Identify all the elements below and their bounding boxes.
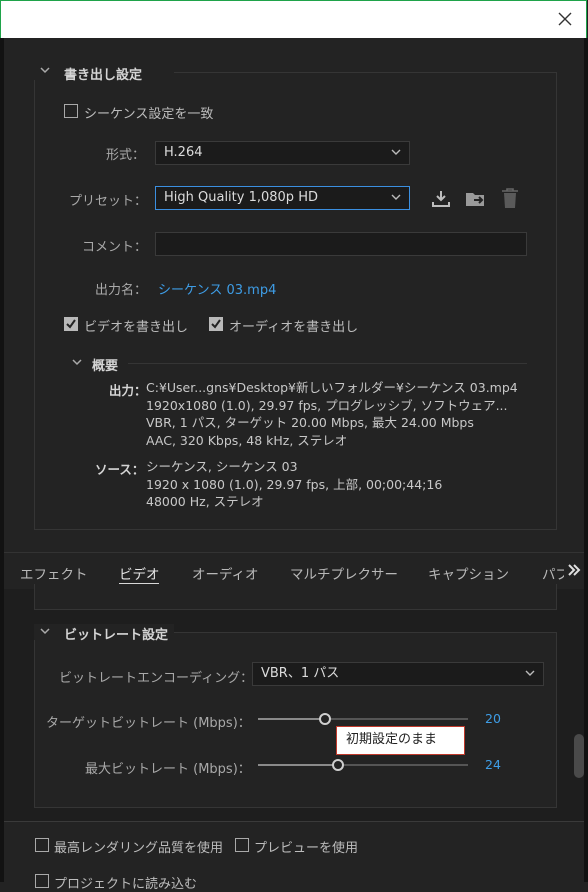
close-button[interactable] bbox=[556, 10, 574, 28]
tooltip-text: 初期設定のまま bbox=[346, 732, 438, 747]
divider bbox=[120, 363, 527, 364]
export-audio-label: オーディオを書き出し bbox=[229, 320, 359, 335]
slider-knob[interactable] bbox=[332, 759, 344, 771]
folder-import-icon bbox=[466, 193, 484, 206]
summary-title: 概要 bbox=[92, 359, 119, 374]
tab-publish-clip[interactable]: パブ bbox=[540, 563, 564, 581]
close-icon bbox=[558, 12, 572, 26]
previous-section-panel bbox=[34, 584, 557, 610]
chevron-down-icon bbox=[72, 359, 82, 366]
export-video-checkbox[interactable] bbox=[64, 317, 78, 331]
use-preview-label: プレビューを使用 bbox=[254, 841, 359, 856]
export-video-label: ビデオを書き出し bbox=[84, 320, 189, 335]
tab-overflow-button[interactable] bbox=[566, 562, 584, 580]
comment-label: コメント： bbox=[82, 240, 148, 255]
max-bitrate-label: 最大ビットレート (Mbps)： bbox=[85, 762, 251, 777]
tab-effects[interactable]: エフェクト bbox=[20, 563, 88, 583]
target-bitrate-value[interactable]: 20 bbox=[485, 711, 501, 726]
import-to-project-checkbox[interactable] bbox=[35, 874, 49, 888]
target-bitrate-label: ターゲットビットレート (Mbps)： bbox=[46, 716, 251, 731]
bitrate-section-title: ビットレート設定 bbox=[64, 628, 169, 643]
import-to-project-label: プロジェクトに読み込む bbox=[54, 877, 198, 892]
max-bitrate-slider[interactable] bbox=[258, 758, 468, 772]
scrollbar-thumb[interactable] bbox=[574, 734, 584, 778]
summary-line: 1920x1080 (1.0), 29.97 fps, プログレッシブ, ソフト… bbox=[146, 397, 508, 413]
bitrate-encoding-label: ビットレートエンコーディング： bbox=[59, 671, 254, 686]
dialog-title-bar bbox=[0, 0, 587, 38]
save-preset-button[interactable] bbox=[430, 188, 452, 210]
comment-input[interactable] bbox=[155, 232, 527, 256]
summary-output-text: C:¥User...gns¥Desktop¥新しいフォルダー¥シーケンス 03.… bbox=[146, 379, 518, 449]
preset-select[interactable]: High Quality 1,080p HD bbox=[155, 186, 410, 210]
format-select[interactable]: H.264 bbox=[155, 141, 410, 165]
slider-fill bbox=[258, 764, 338, 766]
max-render-quality-label: 最高レンダリング品質を使用 bbox=[54, 841, 224, 856]
double-chevron-right-icon bbox=[568, 564, 581, 576]
section-header[interactable]: 書き出し設定 bbox=[34, 64, 174, 83]
chevron-down-icon bbox=[525, 670, 535, 676]
section-title: 書き出し設定 bbox=[64, 68, 143, 83]
bitrate-section-header[interactable]: ビットレート設定 bbox=[34, 624, 174, 643]
import-preset-button[interactable] bbox=[464, 188, 488, 210]
slider-fill bbox=[258, 718, 325, 720]
preset-value: High Quality 1,080p HD bbox=[164, 190, 318, 205]
export-audio-checkbox[interactable] bbox=[209, 317, 223, 331]
bitrate-encoding-value: VBR、1 パス bbox=[261, 666, 340, 681]
trash-icon bbox=[502, 188, 518, 208]
checkmark-icon bbox=[211, 319, 221, 329]
summary-output-label: 出力： bbox=[109, 383, 147, 398]
summary-line: VBR, 1 パス, ターゲット 20.00 Mbps, 最大 24.00 Mb… bbox=[146, 415, 474, 430]
delete-preset-button[interactable] bbox=[500, 187, 520, 210]
summary-line: シーケンス, シーケンス 03 bbox=[146, 459, 298, 474]
summary-line: 1920 x 1080 (1.0), 29.97 fps, 上部, 00;00;… bbox=[146, 476, 443, 492]
summary-source-text: シーケンス, シーケンス 03 1920 x 1080 (1.0), 29.97… bbox=[146, 458, 442, 511]
tooltip: 初期設定のまま bbox=[336, 726, 465, 755]
chevron-down-icon bbox=[391, 194, 401, 200]
target-bitrate-slider[interactable] bbox=[258, 712, 468, 726]
summary-line: 48000 Hz, ステレオ bbox=[146, 494, 264, 509]
bitrate-encoding-select[interactable]: VBR、1 パス bbox=[252, 662, 544, 686]
window-frame-right bbox=[584, 38, 588, 882]
summary-line: C:¥User...gns¥Desktop¥新しいフォルダー¥シーケンス 03.… bbox=[146, 380, 518, 395]
tab-multiplexer[interactable]: マルチプレクサー bbox=[290, 563, 398, 583]
max-bitrate-value[interactable]: 24 bbox=[485, 757, 501, 772]
output-name-link[interactable]: シーケンス 03.mp4 bbox=[158, 279, 276, 298]
use-preview-checkbox[interactable] bbox=[235, 838, 249, 852]
tab-video[interactable]: ビデオ bbox=[119, 563, 160, 583]
tab-captions[interactable]: キャプション bbox=[428, 563, 509, 583]
summary-header[interactable]: 概要 bbox=[68, 355, 128, 374]
max-render-quality-checkbox[interactable] bbox=[35, 838, 49, 852]
download-icon bbox=[432, 191, 450, 207]
format-label: 形式： bbox=[106, 148, 146, 163]
format-value: H.264 bbox=[164, 145, 203, 160]
summary-source-label: ソース： bbox=[95, 462, 145, 477]
tab-audio[interactable]: オーディオ bbox=[192, 563, 259, 583]
match-sequence-label: シーケンス設定を一致 bbox=[84, 107, 214, 122]
chevron-down-icon bbox=[40, 67, 50, 74]
summary-line: AAC, 320 Kbps, 48 kHz, ステレオ bbox=[146, 432, 348, 448]
preset-label: プリセット： bbox=[69, 194, 148, 209]
output-name-label: 出力名： bbox=[95, 283, 148, 298]
chevron-down-icon bbox=[40, 628, 50, 635]
tab-publish[interactable]: パブ bbox=[542, 563, 564, 581]
match-sequence-checkbox[interactable] bbox=[64, 104, 78, 118]
checkmark-icon bbox=[66, 319, 76, 329]
chevron-down-icon bbox=[391, 149, 401, 155]
slider-knob[interactable] bbox=[319, 713, 331, 725]
